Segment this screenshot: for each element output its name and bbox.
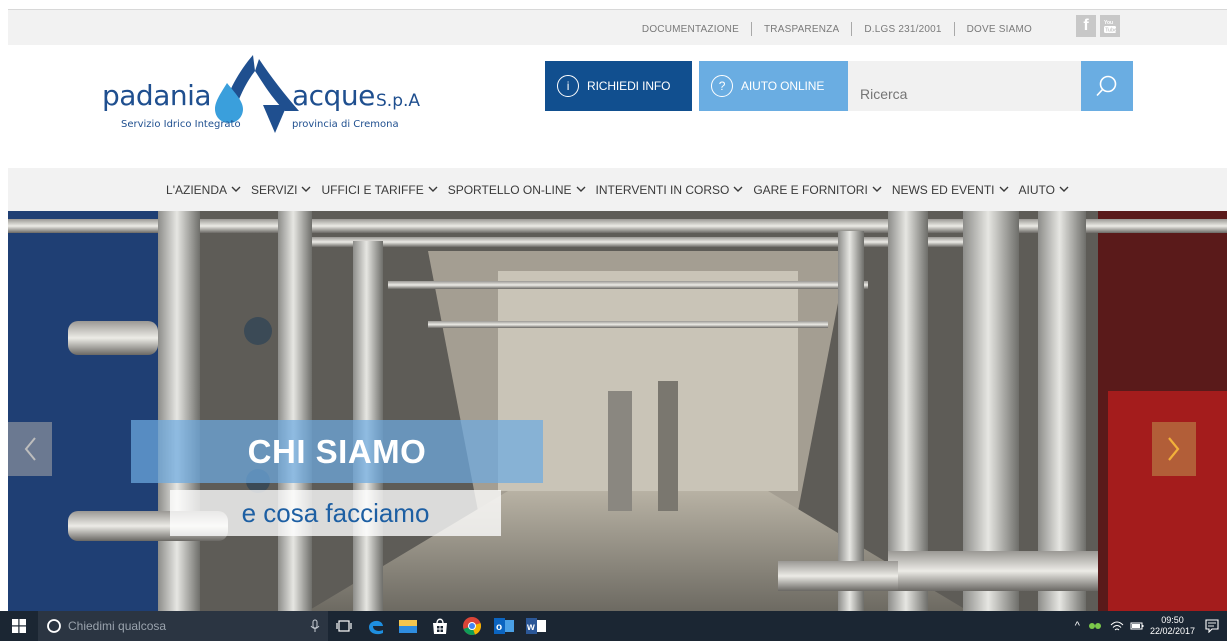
chevron-left-icon bbox=[24, 437, 36, 461]
nav-item-azienda[interactable]: L'AZIENDA bbox=[166, 183, 241, 197]
svg-text:You: You bbox=[1104, 20, 1113, 26]
search-input[interactable] bbox=[848, 61, 1081, 111]
main-navigation: L'AZIENDA SERVIZI UFFICI E TARIFFE SPORT… bbox=[8, 168, 1227, 211]
wifi-icon[interactable] bbox=[1110, 620, 1124, 632]
action-center-icon[interactable] bbox=[1205, 619, 1219, 633]
nav-label: GARE E FORNITORI bbox=[753, 182, 868, 197]
social-links: f You Tube bbox=[1076, 15, 1120, 37]
chevron-down-icon bbox=[428, 186, 438, 192]
facebook-icon[interactable]: f bbox=[1076, 15, 1096, 37]
hero-title[interactable]: CHI SIAMO bbox=[131, 420, 543, 483]
chevron-down-icon bbox=[301, 186, 311, 192]
word-icon[interactable]: w bbox=[520, 611, 552, 641]
show-hidden-icons-icon[interactable]: ^ bbox=[1075, 620, 1080, 632]
nav-label: NEWS ED EVENTI bbox=[891, 182, 995, 197]
logo-word-padania: padania bbox=[102, 79, 212, 112]
site-logo[interactable]: padania acque S.p.A Servizio Idrico Inte… bbox=[102, 53, 432, 143]
logo-tagline-left: Servizio Idrico Integrato bbox=[121, 119, 241, 130]
cortana-search-box[interactable]: Chiedimi qualcosa bbox=[38, 611, 328, 641]
online-help-label: AIUTO ONLINE bbox=[741, 79, 825, 93]
utility-links: DOCUMENTAZIONE TRASPARENZA D.LGS 231/200… bbox=[630, 22, 1044, 36]
hero-photo-plant bbox=[8, 211, 1227, 611]
windows-logo-icon bbox=[12, 619, 26, 633]
hero-subtitle[interactable]: e cosa facciamo bbox=[170, 490, 501, 536]
cortana-icon bbox=[47, 619, 61, 633]
cortana-search-text: Chiedimi qualcosa bbox=[68, 619, 167, 633]
search-button[interactable] bbox=[1081, 61, 1133, 111]
browser-page: DOCUMENTAZIONE TRASPARENZA D.LGS 231/200… bbox=[0, 0, 1227, 641]
info-icon: i bbox=[557, 75, 579, 97]
search-icon bbox=[1096, 75, 1117, 97]
chevron-right-icon bbox=[1168, 437, 1180, 461]
nav-item-interventi[interactable]: INTERVENTI IN CORSO bbox=[596, 183, 744, 197]
request-info-button[interactable]: i RICHIEDI INFO bbox=[545, 61, 692, 111]
slider-next-button[interactable] bbox=[1152, 422, 1196, 476]
nav-item-news[interactable]: NEWS ED EVENTI bbox=[892, 183, 1009, 197]
nav-item-servizi[interactable]: SERVIZI bbox=[251, 183, 311, 197]
file-explorer-icon[interactable] bbox=[392, 611, 424, 641]
battery-icon[interactable] bbox=[1130, 621, 1144, 631]
nav-item-gare[interactable]: GARE E FORNITORI bbox=[753, 182, 882, 197]
chevron-down-icon bbox=[733, 186, 743, 192]
svg-text:w: w bbox=[526, 622, 535, 633]
chevron-down-icon bbox=[999, 186, 1008, 192]
request-info-label: RICHIEDI INFO bbox=[587, 79, 671, 93]
logo-word-acque: acque bbox=[292, 79, 375, 112]
site-header: padania acque S.p.A Servizio Idrico Inte… bbox=[8, 45, 1227, 168]
slider-prev-button[interactable] bbox=[8, 422, 52, 476]
chevron-down-icon bbox=[872, 186, 882, 192]
nav-item-aiuto[interactable]: AIUTO bbox=[1019, 183, 1069, 197]
link-dlgs-231[interactable]: D.LGS 231/2001 bbox=[852, 24, 953, 35]
link-documentazione[interactable]: DOCUMENTAZIONE bbox=[630, 24, 751, 35]
nav-label: SPORTELLO ON-LINE bbox=[447, 182, 572, 197]
chevron-down-icon bbox=[1059, 186, 1069, 192]
question-icon: ? bbox=[711, 75, 733, 97]
outlook-icon[interactable]: o bbox=[488, 611, 520, 641]
online-help-button[interactable]: ? AIUTO ONLINE bbox=[699, 61, 848, 111]
link-dove-siamo[interactable]: DOVE SIAMO bbox=[955, 24, 1044, 35]
nav-item-sportello[interactable]: SPORTELLO ON-LINE bbox=[448, 183, 586, 197]
microphone-icon[interactable] bbox=[310, 619, 320, 633]
chevron-down-icon bbox=[231, 186, 241, 192]
chrome-icon[interactable] bbox=[456, 611, 488, 641]
hero-slider: CHI SIAMO e cosa facciamo bbox=[8, 211, 1227, 611]
store-icon[interactable] bbox=[424, 611, 456, 641]
link-trasparenza[interactable]: TRASPARENZA bbox=[752, 24, 851, 35]
clock-date: 22/02/2017 bbox=[1149, 626, 1195, 636]
logo-suffix: S.p.A bbox=[376, 91, 421, 111]
nav-label: SERVIZI bbox=[251, 182, 298, 197]
windows-taskbar: Chiedimi qualcosa o w ^ 09:50 22/02/2017 bbox=[0, 611, 1227, 641]
chevron-down-icon bbox=[576, 186, 586, 192]
system-tray: ^ 09:50 22/02/2017 bbox=[1075, 611, 1227, 641]
youtube-icon[interactable]: You Tube bbox=[1100, 15, 1120, 37]
nav-item-uffici-tariffe[interactable]: UFFICI E TARIFFE bbox=[321, 182, 438, 197]
clock-time: 09:50 bbox=[1161, 615, 1184, 625]
nav-label: AIUTO bbox=[1018, 182, 1055, 197]
svg-text:o: o bbox=[496, 622, 502, 633]
edge-icon[interactable] bbox=[360, 611, 392, 641]
clock[interactable]: 09:50 22/02/2017 bbox=[1150, 615, 1195, 637]
logo-tagline-right: provincia di Cremona bbox=[292, 119, 399, 130]
nav-label: UFFICI E TARIFFE bbox=[321, 182, 424, 197]
nav-label: INTERVENTI IN CORSO bbox=[595, 182, 730, 197]
utility-bar: DOCUMENTAZIONE TRASPARENZA D.LGS 231/200… bbox=[8, 9, 1227, 45]
task-view-icon[interactable] bbox=[328, 611, 360, 641]
svg-text:Tube: Tube bbox=[1105, 28, 1117, 34]
start-button[interactable] bbox=[0, 611, 38, 641]
network-status-icon[interactable] bbox=[1088, 620, 1102, 632]
nav-label: L'AZIENDA bbox=[166, 182, 228, 197]
